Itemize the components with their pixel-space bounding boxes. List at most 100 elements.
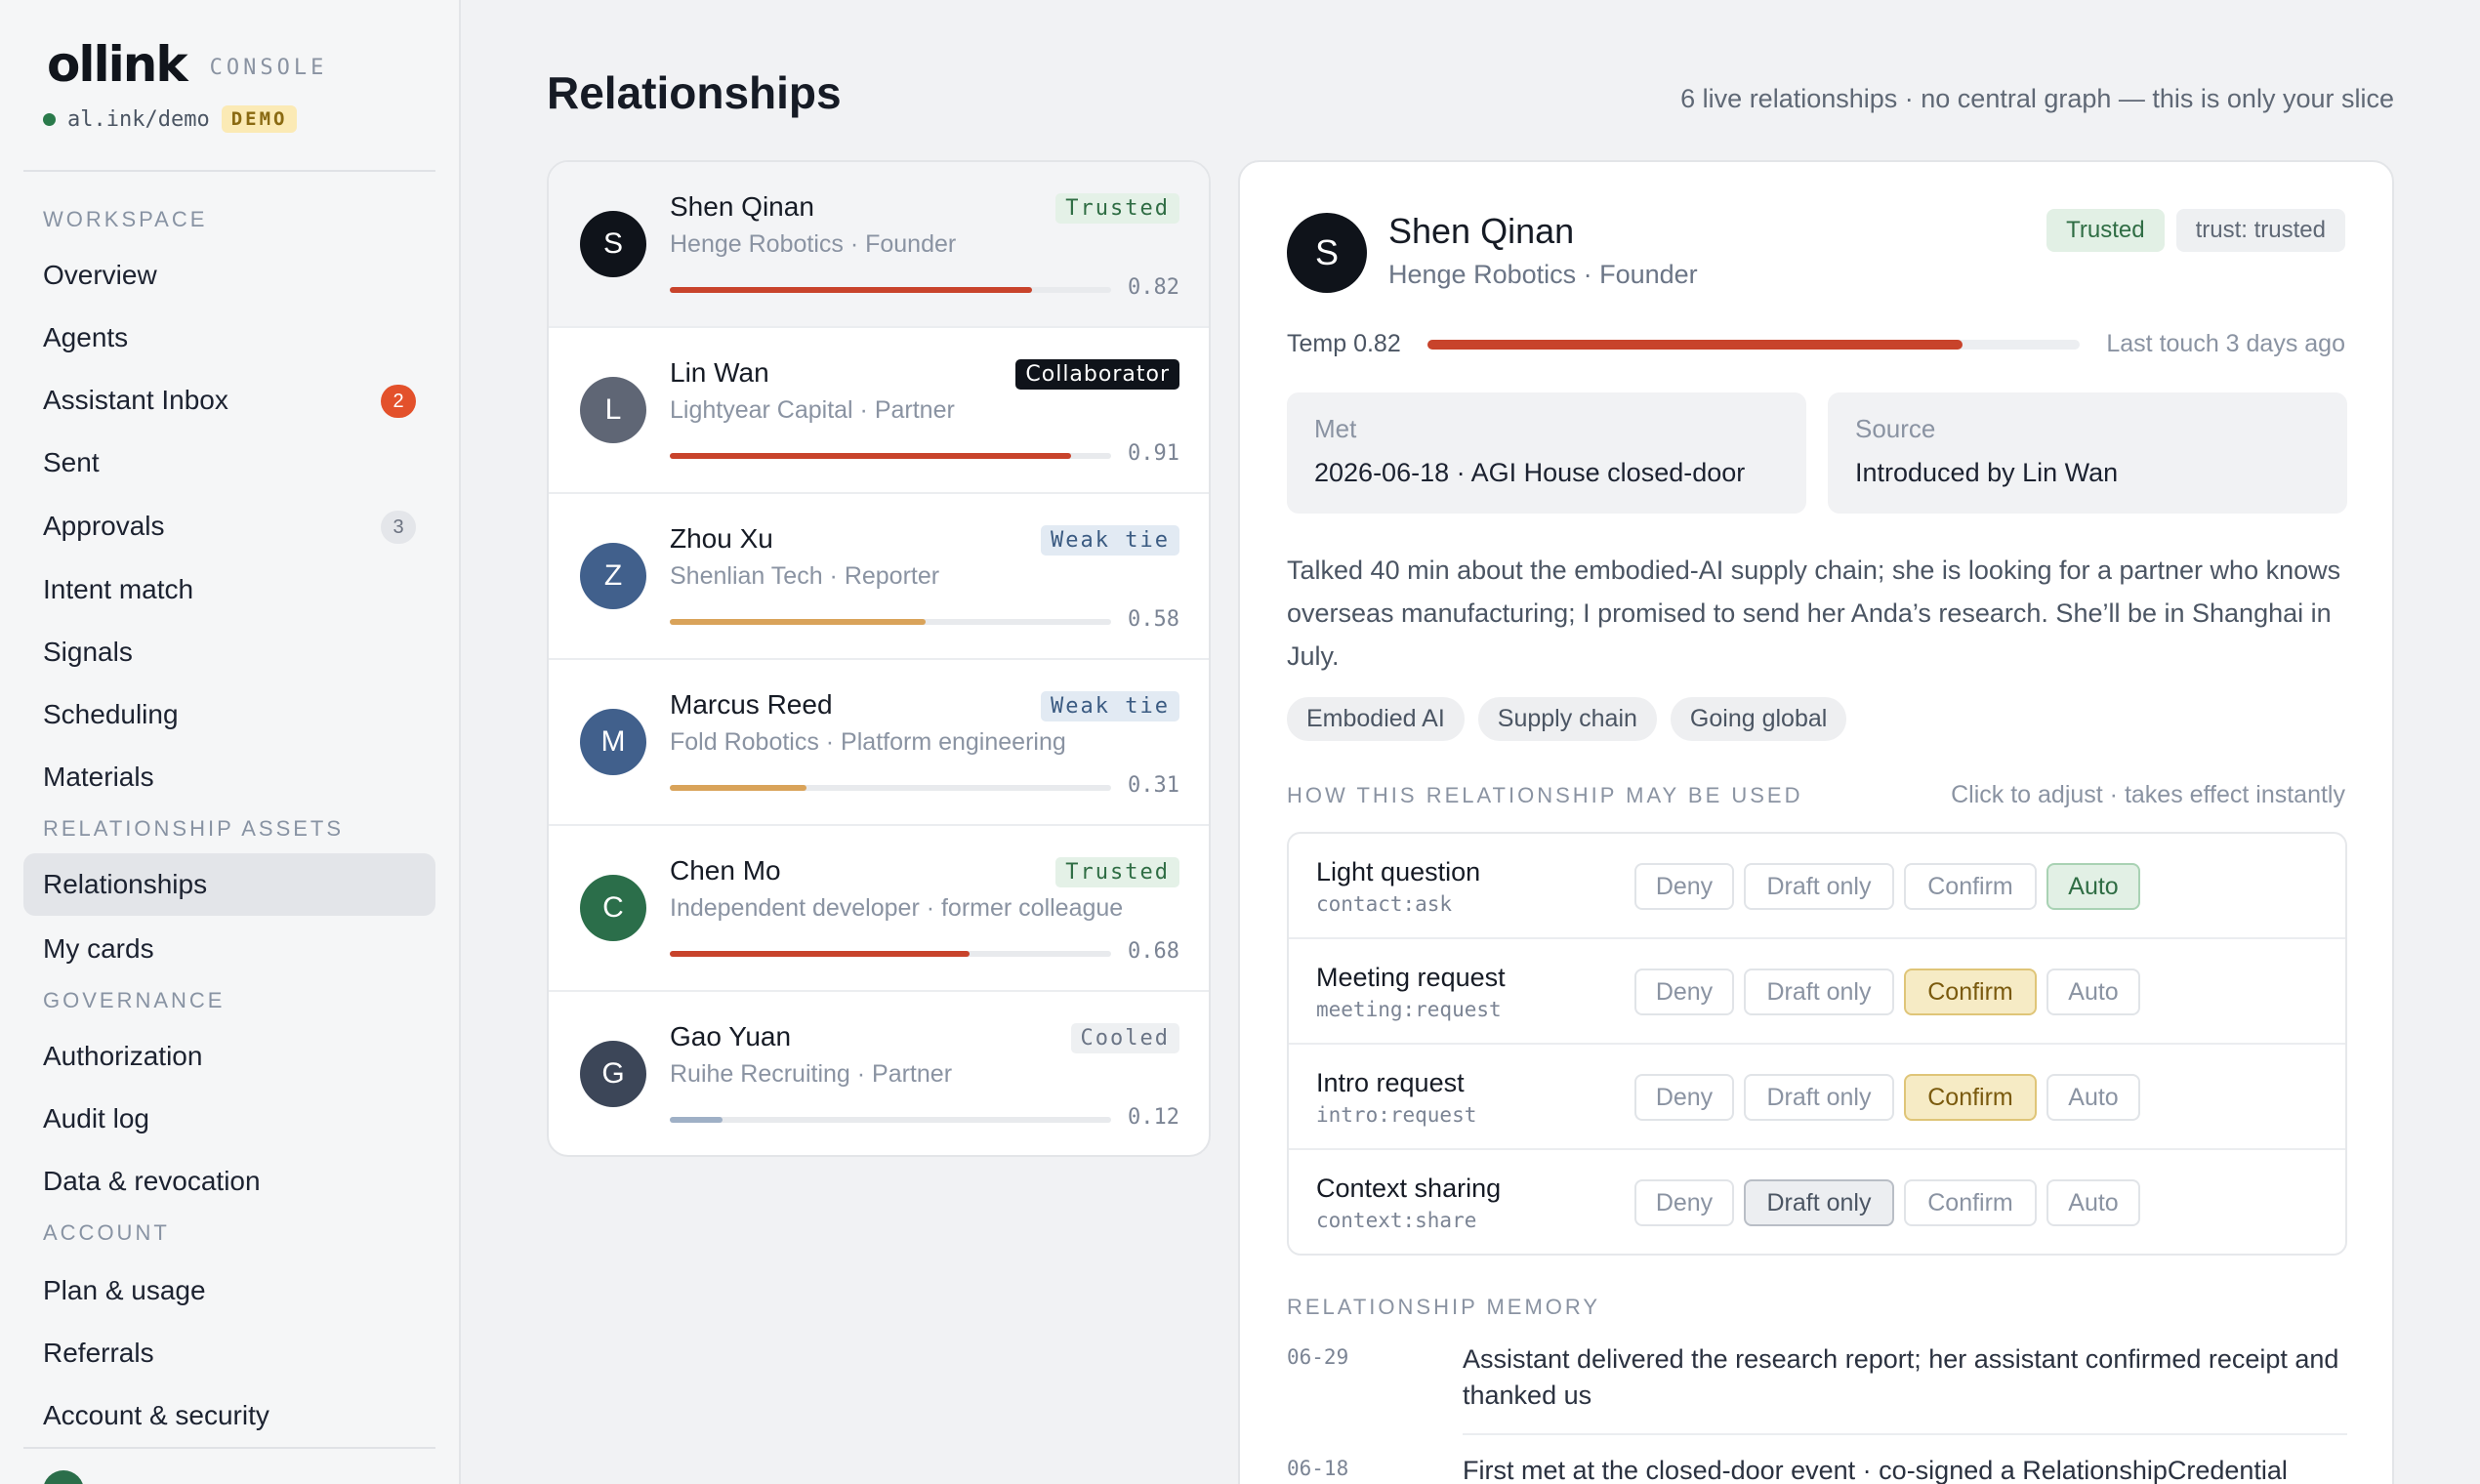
sidebar-item-label: Scheduling	[43, 699, 179, 729]
permission-scope: contact:ask	[1316, 892, 1453, 916]
temperature-value: 0.91	[1128, 441, 1179, 466]
mode-confirm-button[interactable]: Confirm	[1904, 1074, 2037, 1121]
temperature-fill	[670, 287, 1032, 293]
temperature-fill	[670, 951, 971, 957]
permission-label: Context sharing	[1316, 1174, 1502, 1203]
user-avatar[interactable]	[43, 1470, 84, 1484]
avatar: M	[580, 709, 646, 775]
sidebar-item-data-revocation[interactable]: Data & revocation	[23, 1150, 435, 1213]
sidebar-item-overview[interactable]: Overview	[23, 244, 435, 307]
section-workspace: WORKSPACE	[43, 207, 208, 231]
temperature-value: 0.58	[1128, 607, 1179, 632]
avatar: C	[580, 875, 646, 941]
relationship-row[interactable]: Z Zhou Xu Shenlian Tech · Reporter Weak …	[549, 494, 1209, 660]
status-dot-icon	[43, 112, 56, 126]
contact-subtitle: Lightyear Capital · Partner	[670, 396, 955, 424]
permission-mode-selector: Deny Draft only Confirm Auto	[1634, 863, 2140, 910]
mode-draft-only-button[interactable]: Draft only	[1744, 1179, 1894, 1226]
sidebar-item-agents[interactable]: Agents	[23, 307, 435, 369]
relationship-row[interactable]: C Chen Mo Independent developer · former…	[549, 826, 1209, 992]
mode-draft-only-button[interactable]: Draft only	[1744, 1074, 1894, 1121]
sidebar-item-referrals[interactable]: Referrals	[23, 1322, 435, 1384]
last-touch: Last touch 3 days ago	[2106, 330, 2345, 357]
topic-chip[interactable]: Embodied AI	[1287, 697, 1465, 741]
trust-badge: Trusted	[2046, 209, 2165, 252]
mode-confirm-button[interactable]: Confirm	[1904, 1179, 2037, 1226]
permissions-hint: Click to adjust · takes effect instantly	[1951, 781, 2345, 808]
inbox-count-badge: 2	[381, 385, 416, 418]
mode-draft-only-button[interactable]: Draft only	[1744, 863, 1894, 910]
contact-subtitle: Shenlian Tech · Reporter	[670, 562, 940, 590]
mode-auto-button[interactable]: Auto	[2046, 1074, 2140, 1121]
mode-deny-button[interactable]: Deny	[1634, 1074, 1734, 1121]
mode-auto-button[interactable]: Auto	[2046, 1179, 2140, 1226]
topic-chip[interactable]: Supply chain	[1477, 697, 1657, 741]
sidebar-item-label: Data & revocation	[43, 1166, 261, 1196]
memory-text: Assistant delivered the research report;…	[1463, 1344, 2339, 1410]
sidebar-item-approvals[interactable]: Approvals 3	[23, 495, 435, 557]
permission-row: Meeting request meeting:request Deny Dra…	[1289, 939, 2345, 1045]
contact-subtitle: Henge Robotics · Founder	[670, 230, 957, 258]
contact-name: Shen Qinan	[670, 191, 814, 222]
brand-logo[interactable]: ollink CONSOLE	[47, 35, 327, 94]
met-value: 2026-06-18 · AGI House closed-door	[1314, 458, 1746, 487]
sidebar-item-materials[interactable]: Materials	[23, 746, 435, 808]
avatar: L	[580, 377, 646, 443]
temperature-label: Temp 0.82	[1287, 330, 1401, 357]
permission-row: Context sharing context:share Deny Draft…	[1289, 1150, 2345, 1254]
sidebar-item-account-security[interactable]: Account & security	[23, 1384, 435, 1447]
sidebar-item-intent-match[interactable]: Intent match	[23, 558, 435, 621]
temperature-value: 0.31	[1128, 773, 1179, 798]
status-badge: Weak tie	[1041, 525, 1179, 556]
sidebar-item-label: Materials	[43, 762, 154, 792]
permission-row: Intro request intro:request Deny Draft o…	[1289, 1045, 2345, 1150]
relationship-list: S Shen Qinan Henge Robotics · Founder Tr…	[547, 160, 1211, 1157]
temperature-fill	[670, 785, 807, 791]
sidebar-item-signals[interactable]: Signals	[23, 621, 435, 683]
source-label: Source	[1855, 414, 1936, 443]
section-governance: GOVERNANCE	[43, 988, 226, 1012]
topic-chip[interactable]: Going global	[1670, 697, 1847, 741]
mode-deny-button[interactable]: Deny	[1634, 863, 1734, 910]
status-badge: Cooled	[1070, 1023, 1179, 1053]
relationship-notes: Talked 40 min about the embodied-AI supp…	[1287, 556, 2341, 671]
trust-level-tag[interactable]: trust: trusted	[2175, 209, 2345, 252]
mode-deny-button[interactable]: Deny	[1634, 1179, 1734, 1226]
status-badge: Weak tie	[1041, 691, 1179, 721]
relationship-detail-panel: S Shen Qinan Henge Robotics · Founder Tr…	[1238, 160, 2394, 1484]
contact-subtitle: Fold Robotics · Platform engineering	[670, 728, 1066, 756]
mode-auto-button[interactable]: Auto	[2046, 863, 2140, 910]
temperature-fill	[670, 453, 1072, 459]
sidebar-item-relationships[interactable]: Relationships	[23, 853, 435, 916]
memory-date: 06-18	[1287, 1457, 1349, 1480]
mode-auto-button[interactable]: Auto	[2046, 969, 2140, 1015]
permission-mode-selector: Deny Draft only Confirm Auto	[1634, 969, 2140, 1015]
mode-deny-button[interactable]: Deny	[1634, 969, 1734, 1015]
contact-name: Marcus Reed	[670, 689, 833, 720]
relationship-row[interactable]: G Gao Yuan Ruihe Recruiting · Partner Co…	[549, 992, 1209, 1155]
sidebar-item-assistant-inbox[interactable]: Assistant Inbox 2	[23, 369, 435, 432]
sidebar-item-plan-usage[interactable]: Plan & usage	[23, 1259, 435, 1322]
relationship-row[interactable]: S Shen Qinan Henge Robotics · Founder Tr…	[549, 162, 1209, 328]
sidebar-item-label: Approvals	[43, 511, 165, 541]
permission-mode-selector: Deny Draft only Confirm Auto	[1634, 1074, 2140, 1121]
sidebar-item-label: Intent match	[43, 574, 194, 604]
section-account: ACCOUNT	[43, 1220, 170, 1245]
sidebar-item-scheduling[interactable]: Scheduling	[23, 683, 435, 746]
mode-confirm-button[interactable]: Confirm	[1904, 969, 2037, 1015]
sidebar-item-audit-log[interactable]: Audit log	[23, 1088, 435, 1150]
permission-row: Light question contact:ask Deny Draft on…	[1289, 834, 2345, 939]
relationship-row[interactable]: L Lin Wan Lightyear Capital · Partner Co…	[549, 328, 1209, 494]
sidebar-item-my-cards[interactable]: My cards	[23, 918, 435, 980]
status-badge: Collaborator	[1015, 359, 1179, 390]
sidebar-item-authorization[interactable]: Authorization	[23, 1025, 435, 1088]
mode-draft-only-button[interactable]: Draft only	[1744, 969, 1894, 1015]
contact-name: Zhou Xu	[670, 523, 773, 554]
tenant-indicator: al.ink/demo DEMO	[43, 105, 298, 133]
mode-confirm-button[interactable]: Confirm	[1904, 863, 2037, 910]
detail-name: Shen Qinan	[1388, 211, 1575, 251]
relationship-row[interactable]: M Marcus Reed Fold Robotics · Platform e…	[549, 660, 1209, 826]
temperature-value: 0.68	[1128, 939, 1179, 964]
sidebar-item-sent[interactable]: Sent	[23, 432, 435, 494]
sidebar-item-label: Audit log	[43, 1103, 149, 1134]
